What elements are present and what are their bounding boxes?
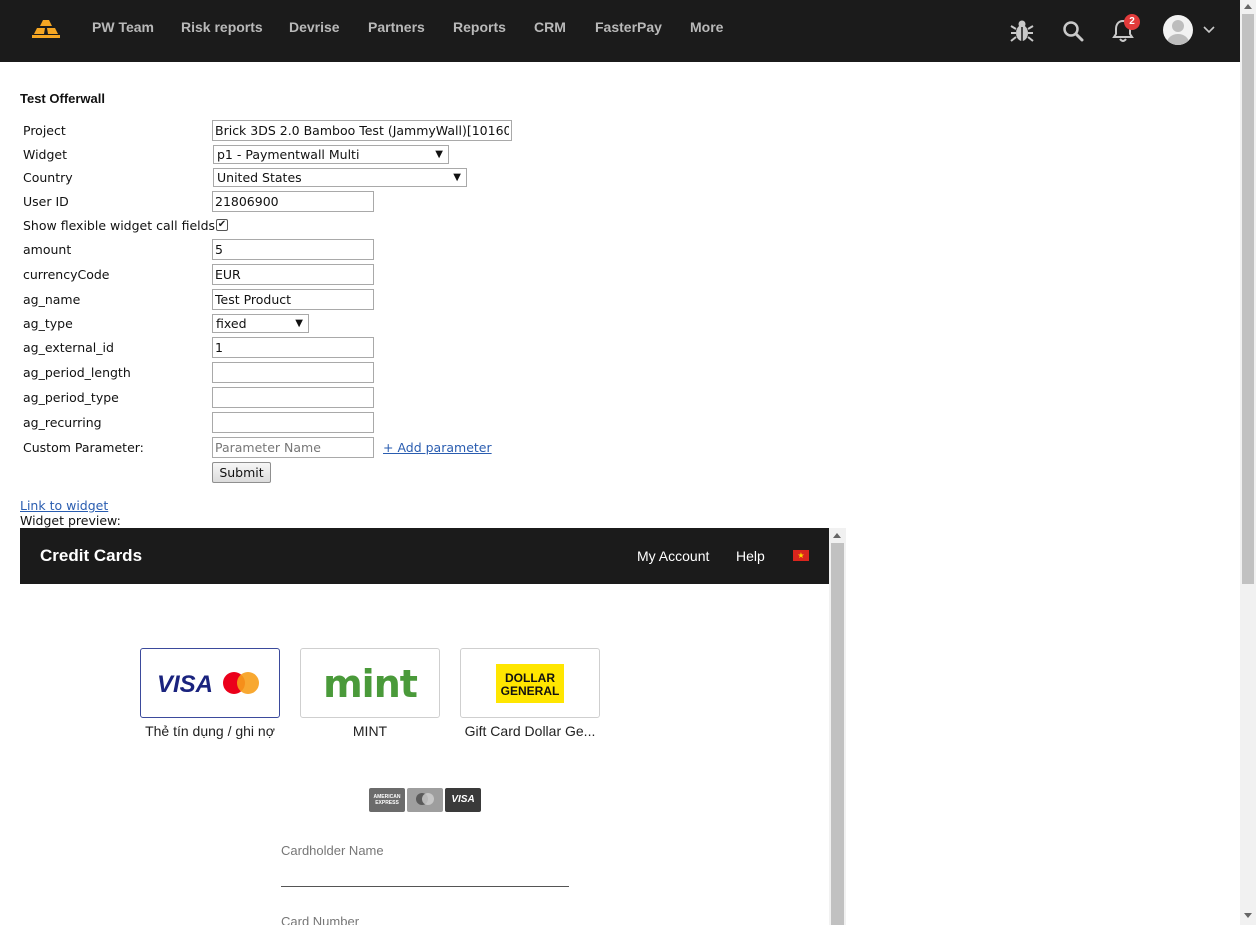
top-nav: PW Team Risk reports Devrise Partners Re… (0, 0, 1240, 62)
vietnam-flag-icon[interactable]: ★ (793, 550, 809, 561)
nav-pw-team[interactable]: PW Team (92, 19, 154, 35)
payment-method-label: MINT (352, 723, 388, 739)
search-icon[interactable] (1062, 20, 1084, 42)
visa-mastercard-logo-icon: VISA (157, 671, 259, 698)
scroll-down-arrow-icon[interactable] (1244, 913, 1252, 918)
amex-logo-icon: AMERICAN EXPRESS (369, 788, 405, 812)
payment-method-mint[interactable]: mint (300, 648, 440, 718)
nav-crm[interactable]: CRM (534, 19, 566, 35)
payment-method-dollar-general[interactable]: DOLLAR GENERAL (460, 648, 600, 718)
scroll-up-arrow-icon[interactable] (1244, 4, 1252, 9)
card-number-label: Card Number (281, 914, 360, 925)
label-currency-code: currencyCode (23, 267, 110, 282)
cardholder-name-input[interactable] (281, 886, 569, 887)
currency-code-input[interactable] (212, 264, 374, 285)
mint-logo-icon: mint (323, 662, 419, 706)
add-parameter-link[interactable]: + Add parameter (383, 440, 492, 455)
visa-logo-icon: VISA (445, 788, 481, 812)
widget-preview-frame: Credit Cards My Account Help ★ VISA Thẻ … (20, 528, 846, 925)
widget-select-value: p1 - Paymentwall Multi (217, 147, 360, 162)
widget-preview-label: Widget preview: (20, 513, 121, 528)
widget-select[interactable]: p1 - Paymentwall Multi ▼ (213, 145, 449, 164)
scroll-up-arrow-icon[interactable] (833, 533, 841, 538)
label-project: Project (23, 123, 66, 138)
ag-recurring-input[interactable] (212, 412, 374, 433)
nav-partners[interactable]: Partners (368, 19, 425, 35)
page-title: Test Offerwall (20, 91, 106, 106)
payment-method-label: Gift Card Dollar Ge... (464, 723, 596, 739)
dropdown-caret-icon: ▼ (453, 172, 461, 183)
payment-method-label: Thẻ tín dụng / ghi nợ (145, 723, 275, 739)
label-ag-period-length: ag_period_length (23, 365, 131, 380)
user-silhouette-icon (1167, 20, 1189, 45)
dropdown-caret-icon: ▼ (435, 149, 443, 160)
label-user-id: User ID (23, 194, 69, 209)
svg-text:VISA: VISA (157, 671, 213, 698)
ag-period-length-input[interactable] (212, 362, 374, 383)
chevron-down-icon[interactable] (1203, 26, 1215, 34)
payment-method-card[interactable]: VISA (140, 648, 280, 718)
amount-input[interactable] (212, 239, 374, 260)
mastercard-logo-icon (407, 788, 443, 812)
label-country: Country (23, 170, 73, 185)
ag-period-type-input[interactable] (212, 387, 374, 408)
label-ag-type: ag_type (23, 316, 73, 331)
ag-type-select[interactable]: fixed ▼ (212, 314, 309, 333)
label-ag-external-id: ag_external_id (23, 340, 114, 355)
notification-badge: 2 (1124, 14, 1140, 30)
dollar-general-logo-icon: DOLLAR GENERAL (496, 664, 564, 703)
label-ag-period-type: ag_period_type (23, 390, 119, 405)
widget-header: Credit Cards My Account Help ★ (20, 528, 829, 584)
svg-text:mint: mint (323, 662, 418, 706)
widget-scrollbar-thumb[interactable] (831, 543, 844, 925)
nav-risk-reports[interactable]: Risk reports (181, 19, 263, 35)
nav-reports[interactable]: Reports (453, 19, 506, 35)
bug-icon[interactable] (1010, 18, 1034, 44)
show-flexible-checkbox[interactable]: ✔ (216, 219, 228, 231)
widget-title: Credit Cards (40, 546, 143, 565)
svg-text:DOLLAR: DOLLAR (505, 671, 555, 685)
nav-more[interactable]: More (690, 19, 723, 35)
country-select-value: United States (217, 170, 302, 185)
label-ag-recurring: ag_recurring (23, 415, 102, 430)
nav-devrise[interactable]: Devrise (289, 19, 340, 35)
custom-parameter-input[interactable] (212, 437, 374, 458)
label-custom-parameter: Custom Parameter: (23, 440, 144, 455)
scrollbar-thumb[interactable] (1242, 14, 1254, 584)
cardholder-name-label: Cardholder Name (281, 843, 384, 858)
label-show-flexible: Show flexible widget call fields (23, 218, 216, 233)
ag-external-id-input[interactable] (212, 337, 374, 358)
project-input[interactable] (212, 120, 512, 141)
logo-icon[interactable] (30, 17, 62, 39)
my-account-link[interactable]: My Account (637, 548, 709, 564)
label-ag-name: ag_name (23, 292, 81, 307)
avatar[interactable] (1163, 15, 1193, 45)
label-widget: Widget (23, 147, 68, 162)
help-link[interactable]: Help (736, 548, 765, 564)
link-to-widget[interactable]: Link to widget (20, 498, 108, 513)
ag-type-select-value: fixed (216, 316, 247, 331)
svg-text:GENERAL: GENERAL (501, 684, 560, 698)
dropdown-caret-icon: ▼ (295, 318, 303, 329)
user-id-input[interactable] (212, 191, 374, 212)
country-select[interactable]: United States ▼ (213, 168, 467, 187)
submit-button[interactable]: Submit (212, 462, 271, 483)
ag-name-input[interactable] (212, 289, 374, 310)
page-scrollbar[interactable] (1240, 0, 1256, 925)
widget-scrollbar[interactable] (829, 528, 846, 925)
nav-fasterpay[interactable]: FasterPay (595, 19, 662, 35)
label-amount: amount (23, 242, 72, 257)
